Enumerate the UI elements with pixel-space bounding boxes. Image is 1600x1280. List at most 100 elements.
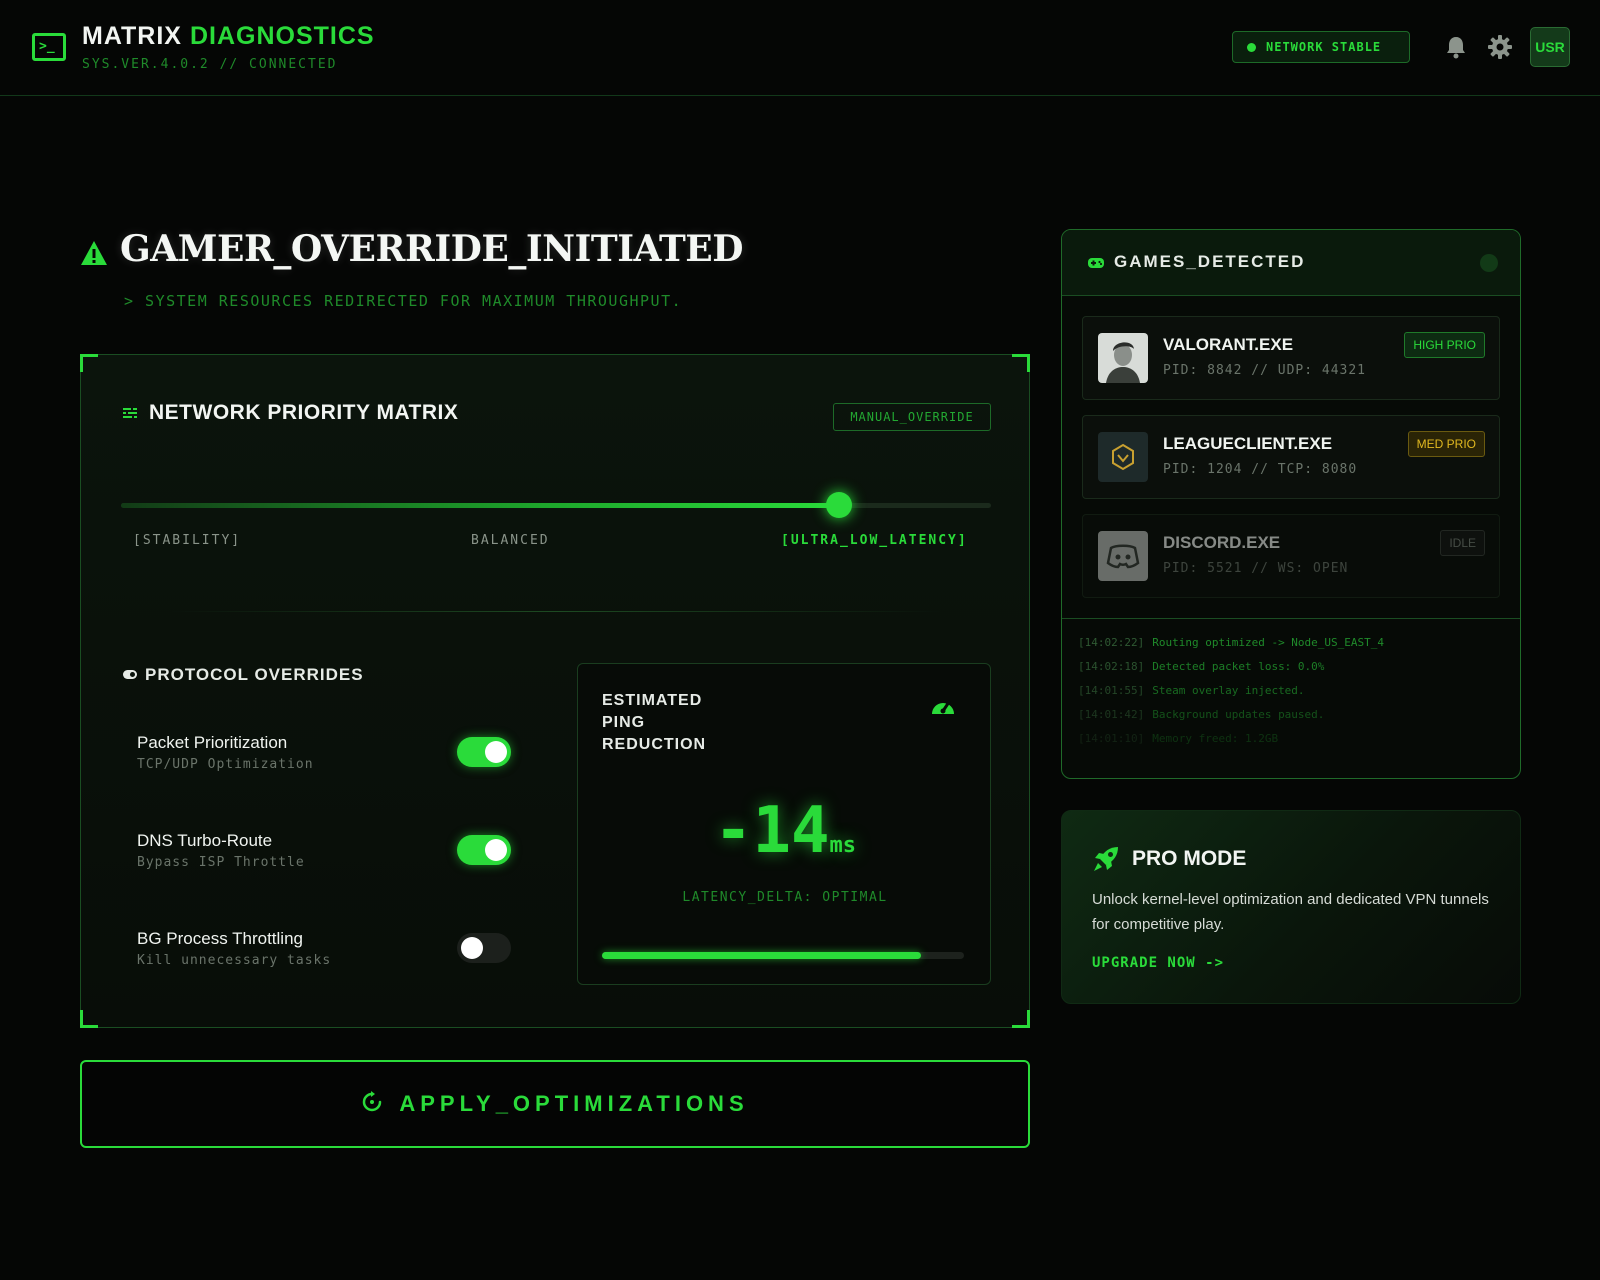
divider (171, 611, 941, 612)
option-description: Bypass ISP Throttle (137, 855, 305, 870)
valorant-thumbnail (1098, 333, 1148, 383)
log-divider (1062, 618, 1520, 619)
log-time: [14:02:22] (1078, 636, 1145, 649)
ping-title-line: ESTIMATED (602, 692, 703, 709)
toggle-icon (123, 670, 137, 679)
sliders-icon (123, 406, 137, 425)
network-priority-panel: NETWORK PRIORITY MATRIX MANUAL_OVERRIDE … (80, 354, 1030, 1028)
page-subtitle: > SYSTEM RESOURCES REDIRECTED FOR MAXIMU… (124, 292, 683, 310)
panel-title: NETWORK PRIORITY MATRIX (149, 401, 459, 424)
rocket-icon (1092, 845, 1120, 878)
dns-turbo-route-toggle[interactable] (457, 835, 511, 865)
status-dot-icon (1247, 42, 1256, 52)
game-item-leagueclient[interactable]: LEAGUECLIENT.EXE PID: 1204 // TCP: 8080 … (1082, 415, 1500, 499)
log-line: [14:01:10] Memory freed: 1.2GB (1078, 732, 1278, 745)
game-meta: PID: 8842 // UDP: 44321 (1163, 363, 1367, 378)
option-dns-turbo-route: DNS Turbo-Route Bypass ISP Throttle (137, 831, 537, 881)
gear-icon[interactable] (1484, 31, 1516, 63)
terminal-icon: >_ (32, 33, 66, 61)
bg-process-throttling-toggle[interactable] (457, 933, 511, 963)
packet-prioritization-toggle[interactable] (457, 737, 511, 767)
log-time: [14:01:55] (1078, 684, 1145, 697)
ping-title-line: REDUCTION (602, 736, 707, 753)
ping-progress-fill (602, 952, 921, 959)
log-message: Routing optimized -> Node_US_EAST_4 (1152, 636, 1385, 649)
log-message: Detected packet loss: 0.0% (1152, 660, 1325, 673)
ping-value: -14ms (578, 794, 992, 868)
pro-mode-description: Unlock kernel-level optimization and ded… (1092, 891, 1489, 933)
game-name: DISCORD.EXE (1163, 533, 1281, 552)
app-title: MATRIX DIAGNOSTICS (82, 22, 375, 51)
games-header: GAMES_DETECTED (1062, 230, 1520, 296)
status-dot-icon (1480, 254, 1498, 272)
bell-icon[interactable] (1440, 31, 1472, 63)
page-title: GAMER_OVERRIDE_INITIATED (120, 228, 743, 270)
manual-override-tag[interactable]: MANUAL_OVERRIDE (833, 403, 991, 431)
pro-mode-card: PRO MODE Unlock kernel-level optimizatio… (1061, 810, 1521, 1004)
ping-title-line: PING (602, 714, 646, 731)
log-time: [14:02:18] (1078, 660, 1145, 673)
league-thumbnail (1098, 432, 1148, 482)
upgrade-now-link[interactable]: UPGRADE NOW -> (1092, 955, 1224, 971)
ping-title: ESTIMATED PING REDUCTION (602, 690, 762, 756)
option-description: TCP/UDP Optimization (137, 757, 314, 772)
apply-button-label: APPLY_OPTIMIZATIONS (399, 1091, 749, 1116)
refresh-icon (361, 1090, 383, 1118)
corner-bracket (80, 354, 98, 372)
games-title: GAMES_DETECTED (1114, 252, 1306, 271)
game-meta: PID: 5521 // WS: OPEN (1163, 561, 1349, 576)
latency-delta-label: LATENCY_DELTA: OPTIMAL (682, 890, 888, 905)
log-line: [14:02:18] Detected packet loss: 0.0% (1078, 660, 1324, 673)
corner-bracket (1012, 354, 1030, 372)
option-packet-prioritization: Packet Prioritization TCP/UDP Optimizati… (137, 733, 537, 783)
gauge-icon (930, 694, 956, 721)
game-meta: PID: 1204 // TCP: 8080 (1163, 462, 1358, 477)
option-bg-process-throttling: BG Process Throttling Kill unnecessary t… (137, 929, 537, 979)
option-name: BG Process Throttling (137, 929, 303, 948)
log-message: Background updates paused. (1152, 708, 1325, 721)
log-message: Steam overlay injected. (1152, 684, 1305, 697)
slider-label-ultra-low-latency[interactable]: [ULTRA_LOW_LATENCY] (781, 533, 968, 548)
ping-reduction-card: ESTIMATED PING REDUCTION -14ms LATENCY_D… (577, 663, 991, 985)
corner-bracket (80, 1010, 98, 1028)
protocol-overrides-title: PROTOCOL OVERRIDES (145, 665, 364, 684)
log-line: [14:02:22] Routing optimized -> Node_US_E… (1078, 636, 1384, 649)
network-status-label: NETWORK STABLE (1266, 40, 1382, 54)
warning-icon (80, 240, 108, 271)
toggle-knob (485, 839, 507, 861)
priority-slider[interactable] (121, 492, 991, 518)
option-name: Packet Prioritization (137, 733, 288, 752)
ping-progress-bar (602, 952, 964, 959)
network-status-badge[interactable]: NETWORK STABLE (1232, 31, 1410, 63)
pro-mode-title: PRO MODE (1132, 847, 1247, 870)
option-name: DNS Turbo-Route (137, 831, 273, 850)
log-message: Memory freed: 1.2GB (1152, 732, 1279, 745)
discord-thumbnail (1098, 531, 1148, 581)
slider-thumb[interactable] (825, 492, 852, 518)
app-title-accent: DIAGNOSTICS (189, 22, 375, 50)
game-name: LEAGUECLIENT.EXE (1163, 434, 1333, 453)
ping-unit: ms (829, 833, 857, 858)
toggle-knob (485, 741, 507, 763)
toggle-knob (461, 937, 483, 959)
corner-bracket (1012, 1010, 1030, 1028)
avatar[interactable]: USR (1530, 27, 1570, 67)
slider-fill (121, 503, 839, 508)
log-line: [14:01:55] Steam overlay injected. (1078, 684, 1305, 697)
ping-number: -14 (713, 794, 830, 868)
priority-badge: MED PRIO (1407, 431, 1485, 457)
game-item-discord[interactable]: DISCORD.EXE PID: 5521 // WS: OPEN IDLE (1082, 514, 1500, 598)
games-detected-panel: GAMES_DETECTED VALORANT.EXE PID: 8842 //… (1061, 229, 1521, 779)
priority-badge: HIGH PRIO (1404, 332, 1485, 358)
log-time: [14:01:10] (1078, 732, 1145, 745)
log-line: [14:01:42] Background updates paused. (1078, 708, 1324, 721)
gamepad-icon (1088, 256, 1104, 274)
slider-label-balanced[interactable]: BALANCED (471, 533, 550, 548)
game-name: VALORANT.EXE (1163, 335, 1294, 354)
slider-label-stability[interactable]: [STABILITY] (133, 533, 241, 548)
apply-optimizations-button[interactable]: APPLY_OPTIMIZATIONS (80, 1060, 1030, 1148)
log-time: [14:01:42] (1078, 708, 1145, 721)
game-item-valorant[interactable]: VALORANT.EXE PID: 8842 // UDP: 44321 HIG… (1082, 316, 1500, 400)
top-bar: >_ MATRIX DIAGNOSTICS SYS.VER.4.0.2 // C… (0, 0, 1600, 96)
priority-badge: IDLE (1440, 530, 1485, 556)
